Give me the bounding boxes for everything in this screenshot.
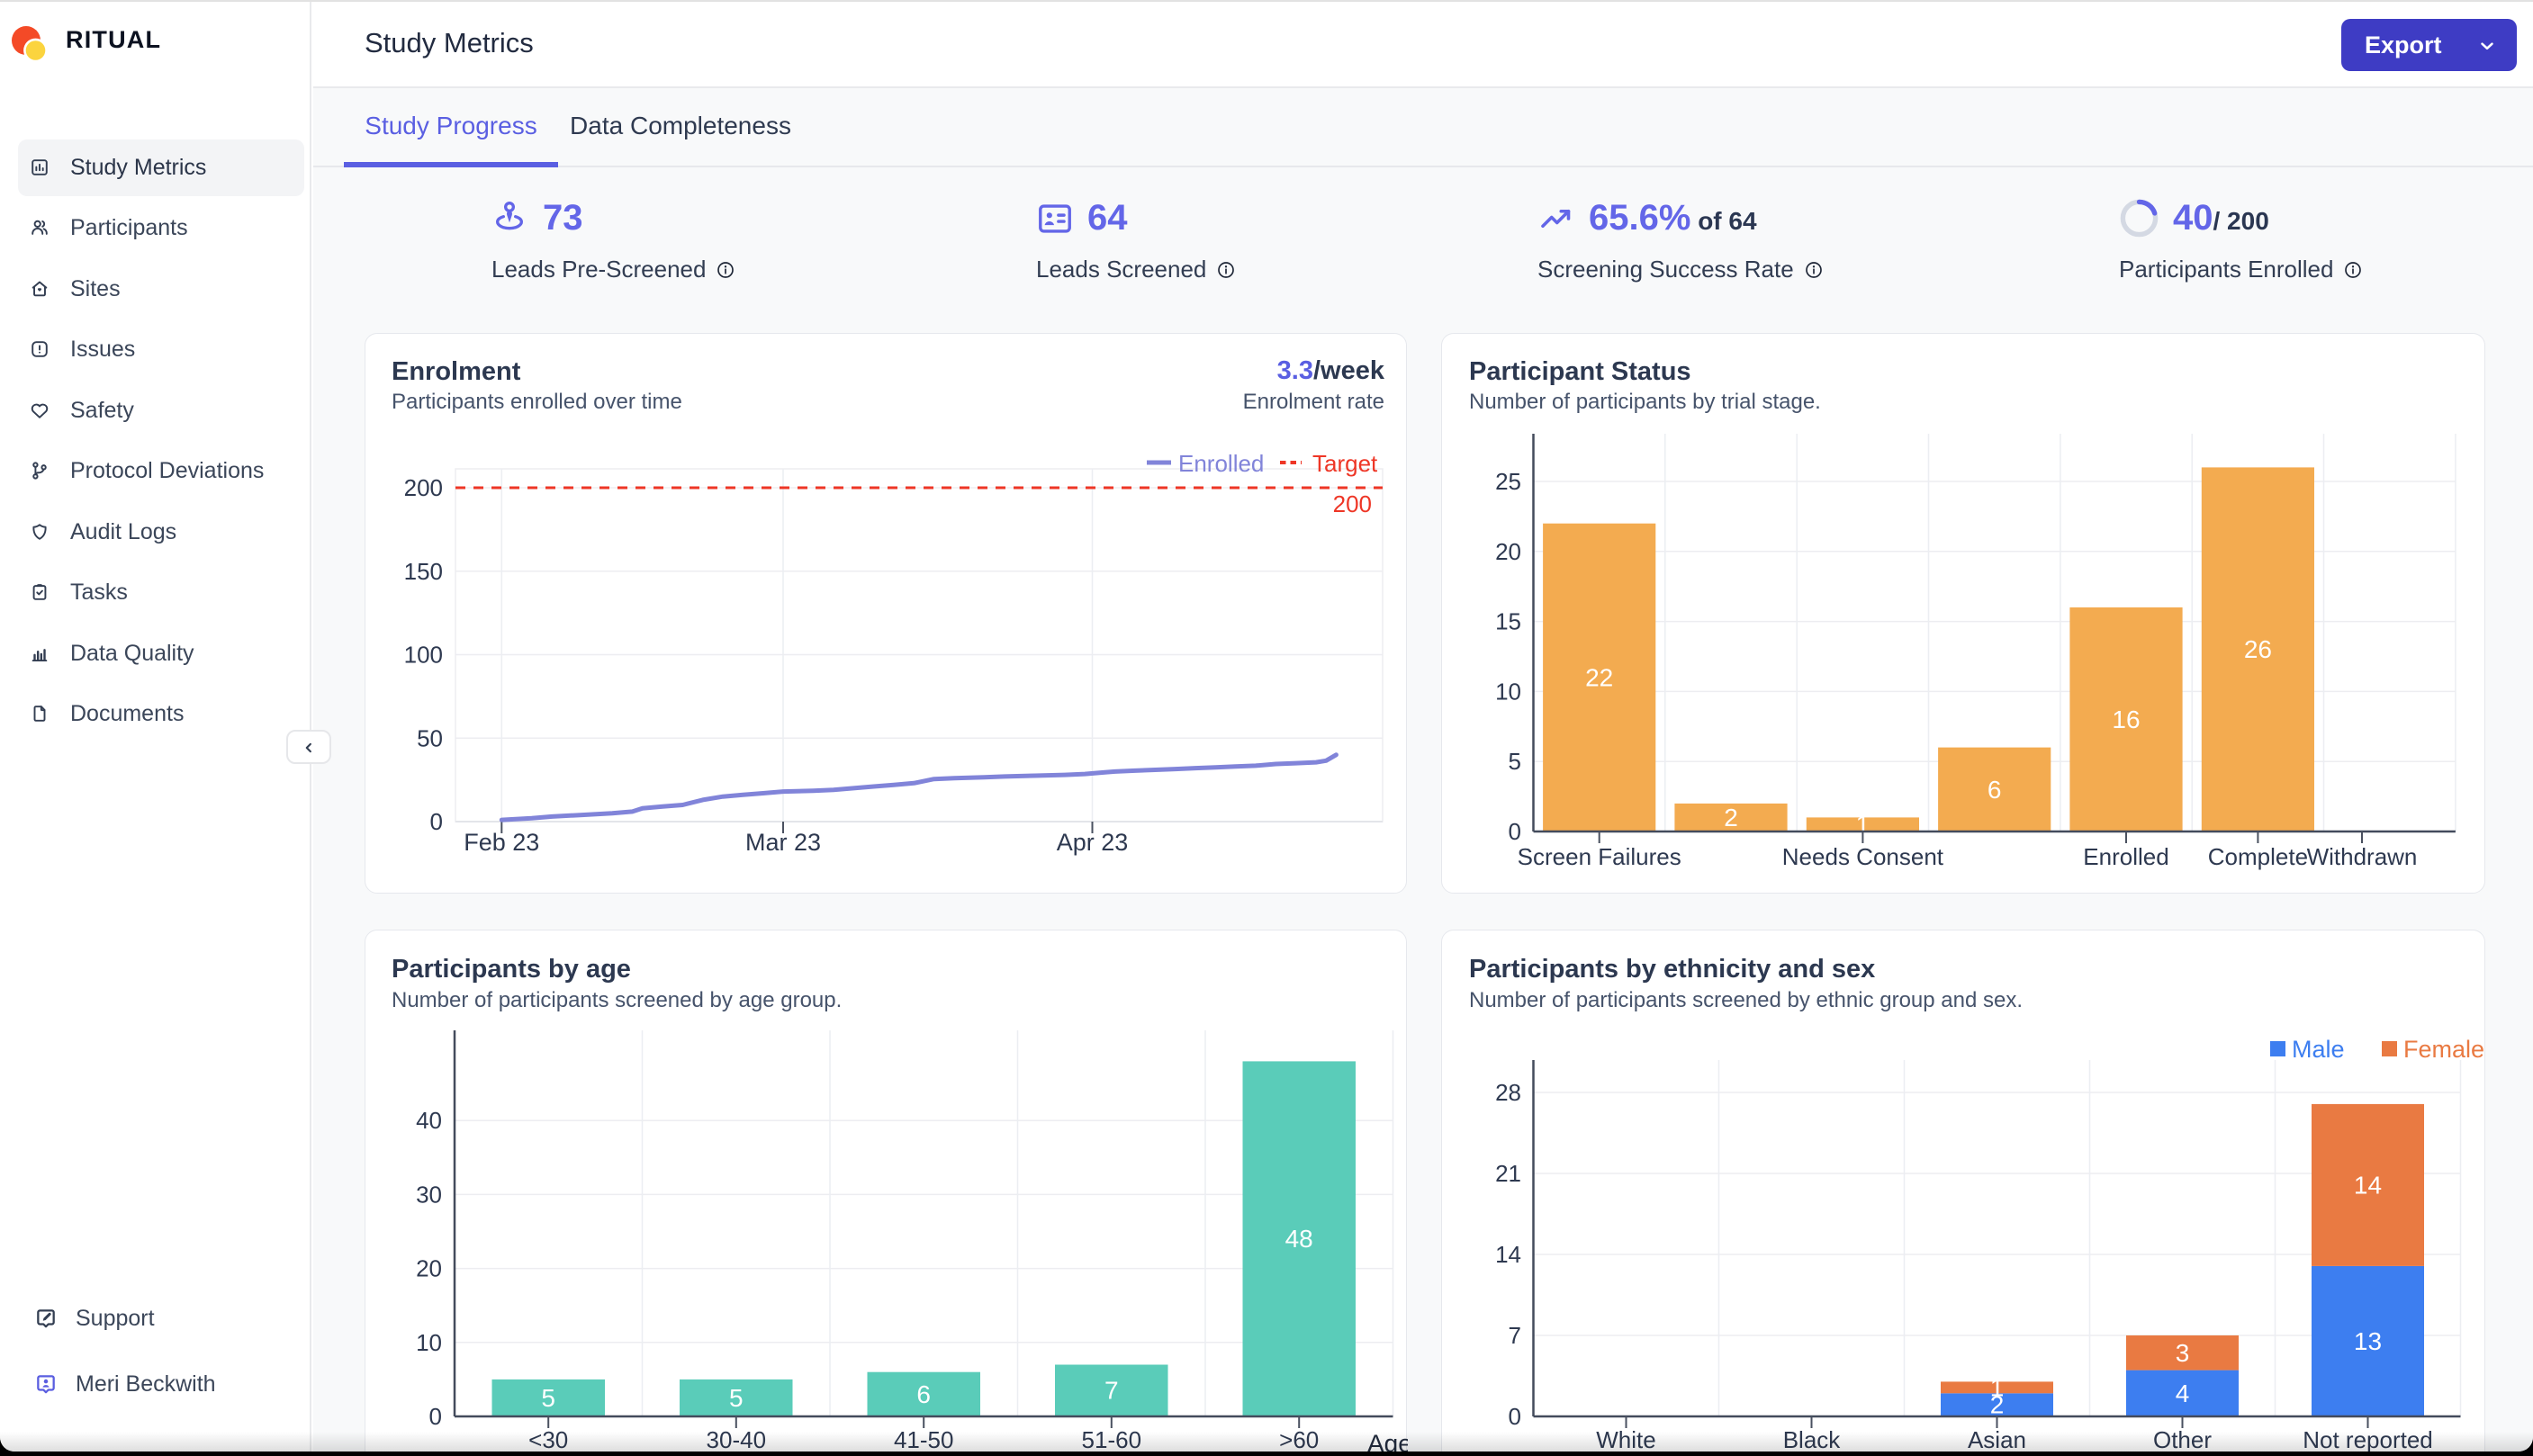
svg-text:13: 13 — [2354, 1327, 2382, 1355]
svg-text:16: 16 — [2112, 706, 2140, 733]
svg-text:0: 0 — [1509, 818, 1521, 845]
svg-text:Feb 23: Feb 23 — [464, 829, 539, 856]
svg-text:1: 1 — [1990, 1373, 2005, 1401]
svg-text:Complete: Complete — [2208, 843, 2308, 870]
svg-text:6: 6 — [1988, 776, 2002, 804]
svg-text:200: 200 — [1333, 490, 1372, 517]
svg-text:48: 48 — [1285, 1225, 1313, 1253]
svg-text:Apr 23: Apr 23 — [1057, 829, 1129, 856]
svg-text:0: 0 — [429, 1403, 442, 1430]
svg-text:Enrolled: Enrolled — [2083, 843, 2168, 870]
svg-text:40: 40 — [416, 1107, 442, 1134]
svg-text:0: 0 — [430, 808, 443, 835]
svg-text:26: 26 — [2244, 635, 2272, 663]
svg-text:2: 2 — [1724, 804, 1738, 831]
svg-text:Female: Female — [2403, 1036, 2484, 1063]
svg-text:28: 28 — [1495, 1079, 1521, 1106]
svg-text:Target: Target — [1312, 450, 1378, 477]
svg-text:Needs Consent: Needs Consent — [1782, 843, 1944, 870]
svg-text:20: 20 — [416, 1255, 442, 1282]
svg-text:7: 7 — [1104, 1377, 1119, 1405]
svg-text:Screen Failures: Screen Failures — [1518, 843, 1681, 870]
svg-text:5: 5 — [1509, 748, 1521, 775]
svg-text:10: 10 — [1495, 678, 1521, 705]
svg-text:200: 200 — [404, 474, 443, 501]
svg-text:150: 150 — [404, 558, 443, 585]
svg-text:10: 10 — [416, 1329, 442, 1356]
svg-text:6: 6 — [916, 1380, 931, 1408]
svg-text:Enrolled: Enrolled — [1178, 450, 1264, 477]
svg-text:100: 100 — [404, 642, 443, 669]
svg-text:15: 15 — [1495, 608, 1521, 635]
svg-text:7: 7 — [1509, 1322, 1521, 1349]
svg-text:30: 30 — [416, 1181, 442, 1208]
svg-text:4: 4 — [2176, 1380, 2190, 1407]
svg-text:5: 5 — [729, 1384, 744, 1412]
svg-text:50: 50 — [417, 724, 443, 751]
svg-text:20: 20 — [1495, 538, 1521, 565]
svg-text:Male: Male — [2292, 1036, 2345, 1063]
svg-text:Mar 23: Mar 23 — [745, 829, 821, 856]
svg-text:25: 25 — [1495, 468, 1521, 495]
svg-text:3: 3 — [2176, 1339, 2190, 1367]
svg-text:Withdrawn: Withdrawn — [2307, 843, 2418, 870]
svg-text:0: 0 — [1509, 1403, 1521, 1430]
svg-text:14: 14 — [1495, 1241, 1521, 1268]
svg-text:5: 5 — [541, 1384, 555, 1412]
svg-text:22: 22 — [1585, 663, 1613, 691]
svg-text:21: 21 — [1495, 1160, 1521, 1187]
svg-text:14: 14 — [2354, 1171, 2382, 1199]
